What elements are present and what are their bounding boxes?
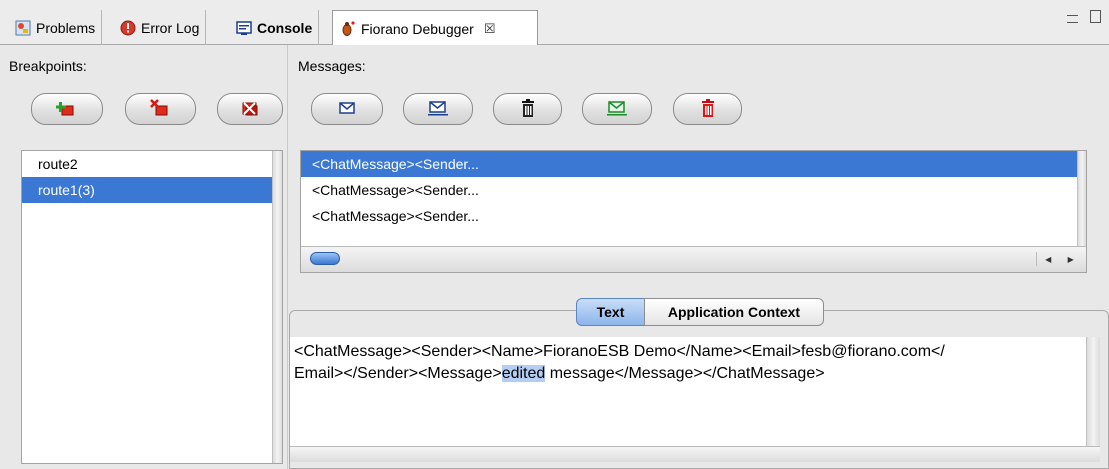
messages-list: <ChatMessage><Sender... <ChatMessage><Se… [300,150,1087,273]
text-selection: edited [501,365,546,382]
view-message-button[interactable] [311,93,383,125]
detail-vertical-scrollbar[interactable] [1086,337,1100,446]
breakpoints-panel: Breakpoints: route2 route1(3) [0,45,288,469]
message-text-line-2: Email></Sender><Message>edited message</… [294,365,825,382]
messages-panel: Messages: <ChatMessage><Sender... <ChatM… [289,45,1109,290]
scroll-thumb[interactable] [310,252,340,265]
debugger-bug-icon [339,20,357,38]
send-message-button[interactable] [582,93,652,125]
messages-title: Messages: [298,58,366,74]
scroll-left-arrow-icon[interactable]: ◀ [1045,255,1051,264]
tab-text[interactable]: Text [576,298,645,326]
close-icon[interactable]: ☒ [484,21,496,37]
send-envelope-icon [606,99,628,120]
tab-label: Fiorano Debugger [361,20,474,37]
envelope-icon [337,100,357,119]
tab-fiorano-debugger[interactable]: Fiorano Debugger ☒ [332,10,538,46]
error-log-icon [119,19,137,37]
breakpoints-list: route2 route1(3) [21,150,283,464]
tab-label: Problems [36,19,96,36]
messages-horizontal-scrollbar[interactable]: ◀ ▶ [301,246,1086,272]
list-item-route1[interactable]: route1(3) [22,177,282,203]
minimize-icon[interactable] [1067,15,1079,23]
edit-envelope-icon [427,99,449,120]
message-row[interactable]: <ChatMessage><Sender... [301,203,1086,229]
delete-message-button[interactable] [493,93,562,125]
remove-breakpoint-button[interactable] [125,93,196,125]
edit-message-button[interactable] [403,93,473,125]
view-tab-bar: Problems Error Log Console Fiorano Debug… [0,0,1109,46]
remove-breakpoint-icon [149,98,172,120]
delete-all-trash-icon [699,98,717,121]
tab-label: Error Log [141,19,200,36]
problems-icon [14,19,32,37]
add-breakpoint-button[interactable] [31,93,103,125]
tab-label: Console [257,19,313,36]
trash-icon [519,98,537,121]
add-breakpoint-icon [56,99,78,120]
message-text-area[interactable]: <ChatMessage><Sender><Name>FioranoESB De… [290,337,1086,446]
messages-vertical-scrollbar[interactable] [1077,151,1086,246]
message-row[interactable]: <ChatMessage><Sender... [301,177,1086,203]
list-item-route2[interactable]: route2 [22,151,282,177]
delete-all-messages-button[interactable] [673,93,742,125]
remove-all-breakpoints-icon [239,99,261,120]
breakpoints-vertical-scrollbar[interactable] [272,151,282,463]
tab-error-log[interactable]: Error Log [113,10,207,45]
tab-application-context[interactable]: Application Context [644,298,824,326]
tab-console[interactable]: Console [229,10,320,45]
remove-all-breakpoints-button[interactable] [217,93,283,125]
detail-horizontal-scrollbar[interactable] [290,446,1100,462]
console-icon [235,19,253,37]
scroll-arrows[interactable]: ◀ ▶ [1036,252,1082,266]
breakpoints-title: Breakpoints: [9,58,87,74]
scroll-right-arrow-icon[interactable]: ▶ [1068,255,1074,264]
tab-problems[interactable]: Problems [8,10,103,45]
maximize-icon[interactable] [1090,10,1101,23]
message-text-line-1: <ChatMessage><Sender><Name>FioranoESB De… [294,343,945,360]
window-controls [1067,10,1101,26]
message-row[interactable]: <ChatMessage><Sender... [301,151,1086,177]
